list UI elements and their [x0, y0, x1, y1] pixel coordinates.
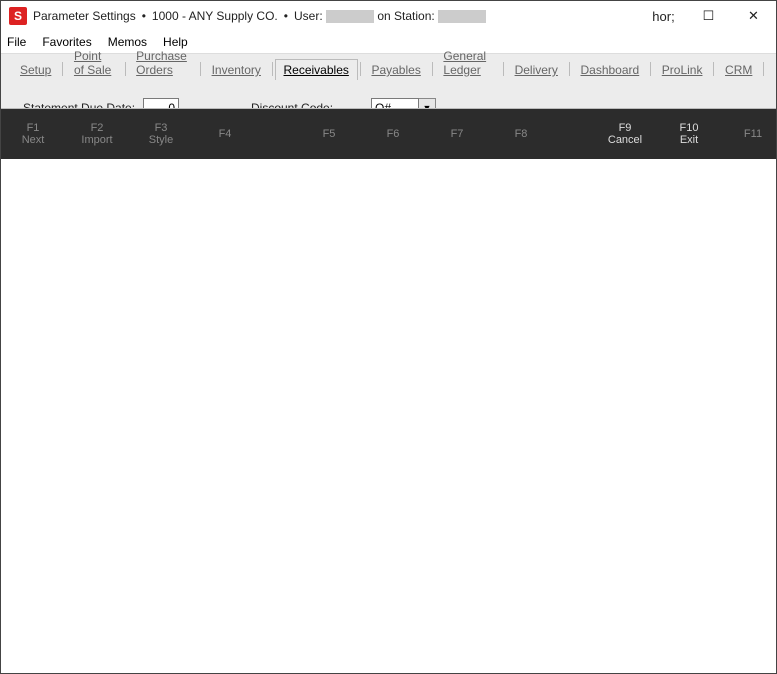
- maximize-button[interactable]: ☐: [686, 1, 731, 31]
- left-column: Statement Due Date: Discount Date: Grace…: [23, 98, 233, 108]
- tabstrip: Setup Point of Sale Purchase Orders Inve…: [1, 54, 776, 80]
- tab-payables[interactable]: Payables: [362, 59, 429, 80]
- receivables-panel: Statement Due Date: Discount Date: Grace…: [1, 80, 776, 108]
- tab-delivery[interactable]: Delivery: [506, 59, 567, 80]
- mid-column: Discount Code: ▼ Default Discount %: Def…: [251, 98, 481, 108]
- tab-crm[interactable]: CRM: [716, 59, 761, 80]
- title-app: Parameter Settings: [33, 9, 136, 23]
- tab-prolink[interactable]: ProLink: [653, 59, 712, 80]
- tab-gl[interactable]: General Ledger: [434, 45, 501, 80]
- tab-pos[interactable]: Point of Sale: [65, 45, 123, 80]
- tab-po[interactable]: Purchase Orders: [127, 45, 198, 80]
- disc-code-input[interactable]: [371, 98, 419, 108]
- f1-button[interactable]: F1Next: [1, 109, 65, 159]
- footer: F1Next F2Import F3Style F4 F5 F6 F7 F8 F…: [1, 109, 776, 159]
- title-user-label: User:: [294, 9, 323, 23]
- tab-setup[interactable]: Setup: [11, 59, 60, 80]
- tab-inventory[interactable]: Inventory: [203, 59, 270, 80]
- title-station-redacted: [438, 10, 486, 23]
- title-station-label: on Station:: [377, 9, 434, 23]
- disc-code-label: Discount Code:: [251, 101, 371, 108]
- f7-button[interactable]: F7: [425, 109, 489, 159]
- f3-button[interactable]: F3Style: [129, 109, 193, 159]
- tab-dashboard[interactable]: Dashboard: [571, 59, 648, 80]
- titlebar: S Parameter Settings • 1000 - ANY Supply…: [1, 1, 776, 31]
- f11-button[interactable]: F11: [721, 109, 777, 159]
- f5-button[interactable]: F5: [297, 109, 361, 159]
- stmt-due-label: Statement Due Date:: [23, 101, 143, 108]
- f8-button[interactable]: F8: [489, 109, 553, 159]
- tab-zone: Setup Point of Sale Purchase Orders Inve…: [1, 53, 776, 109]
- f10-exit-button[interactable]: F10Exit: [657, 109, 721, 159]
- disc-code-dropdown[interactable]: ▼: [371, 98, 436, 108]
- close-button[interactable]: ✕: [731, 1, 776, 31]
- stmt-due-input[interactable]: [143, 98, 179, 108]
- parameter-settings-window: S Parameter Settings • 1000 - ANY Supply…: [0, 0, 777, 674]
- f6-button[interactable]: F6: [361, 109, 425, 159]
- menu-file[interactable]: File: [7, 35, 26, 49]
- app-icon: S: [9, 7, 27, 25]
- title-company: 1000 - ANY Supply CO.: [152, 9, 278, 23]
- chevron-down-icon[interactable]: ▼: [419, 98, 436, 108]
- f9-cancel-button[interactable]: F9Cancel: [593, 109, 657, 159]
- minimize-button[interactable]: hor;: [641, 1, 686, 31]
- title-user-redacted: [326, 10, 374, 23]
- f2-button[interactable]: F2Import: [65, 109, 129, 159]
- tab-receivables[interactable]: Receivables: [275, 59, 358, 81]
- f4-button[interactable]: F4: [193, 109, 257, 159]
